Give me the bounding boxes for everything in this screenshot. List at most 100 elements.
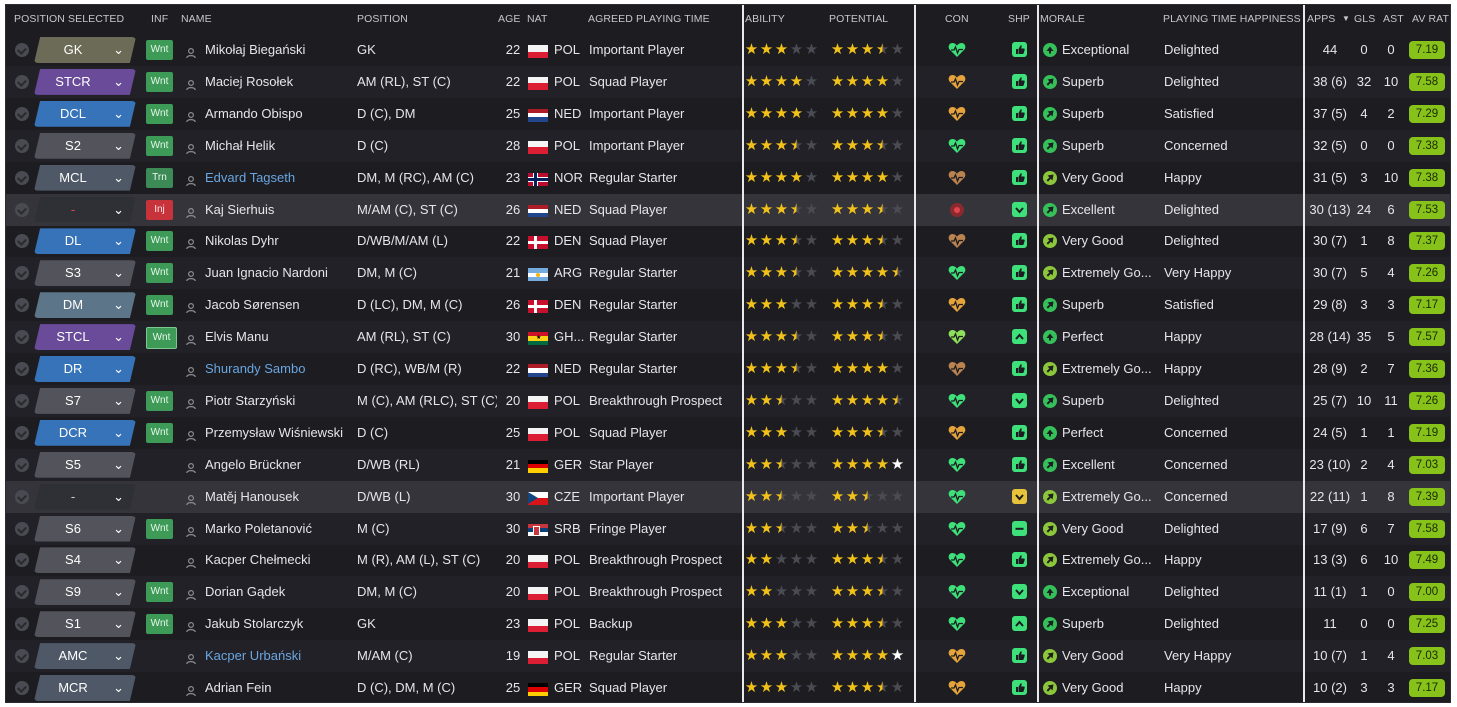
- player-name-link[interactable]: Adrian Fein: [205, 672, 355, 702]
- table-row[interactable]: MCL ⌄ Trn Edvard Tagseth DM, M (RC), AM (C) 2…: [6, 162, 1450, 194]
- header-shp[interactable]: SHP: [1008, 5, 1030, 33]
- player-name-link[interactable]: Armando Obispo: [205, 98, 355, 130]
- player-name-link[interactable]: Michał Helik: [205, 130, 355, 162]
- table-row[interactable]: - ⌄ Matěj Hanousek D/WB (L) 30 CZE Important P…: [6, 480, 1450, 513]
- header-ast[interactable]: AST: [1383, 5, 1404, 33]
- player-name-link[interactable]: Dorian Gądek: [205, 576, 355, 608]
- select-check-icon[interactable]: [15, 170, 29, 185]
- header-nat[interactable]: NAT: [527, 5, 548, 33]
- status-badge[interactable]: Wnt: [146, 231, 173, 252]
- select-check-icon[interactable]: [15, 106, 29, 121]
- player-name-link[interactable]: Juan Ignacio Nardoni: [205, 257, 355, 289]
- table-row[interactable]: MCR ⌄ Adrian Fein D (C), DM, M (C) 25 GER Squa…: [6, 672, 1450, 702]
- table-row[interactable]: S4 ⌄ Kacper Chełmecki M (R), AM (L), ST (C)…: [6, 544, 1450, 576]
- header-playing-time-happiness[interactable]: PLAYING TIME HAPPINESS: [1163, 5, 1301, 33]
- status-badge[interactable]: Wnt: [146, 135, 173, 156]
- player-name-link[interactable]: Przemysław Wiśniewski: [205, 417, 355, 449]
- position-selected-dropdown[interactable]: DL ⌄: [34, 228, 136, 255]
- position-selected-dropdown[interactable]: - ⌄: [34, 483, 136, 510]
- position-selected-dropdown[interactable]: MCR ⌄: [34, 675, 136, 701]
- table-row[interactable]: DM ⌄ Wnt Jacob Sørensen D (LC), DM, M (C) 26 D…: [6, 289, 1450, 321]
- position-selected-dropdown[interactable]: S4 ⌄: [34, 547, 136, 574]
- position-selected-dropdown[interactable]: S9 ⌄: [34, 579, 136, 606]
- status-badge[interactable]: Wnt: [146, 518, 173, 539]
- table-row[interactable]: S3 ⌄ Wnt Juan Ignacio Nardoni DM, M (C) 21 ARG…: [6, 257, 1450, 290]
- player-name-link[interactable]: Kacper Chełmecki: [205, 544, 355, 576]
- player-name-link[interactable]: Jacob Sørensen: [205, 289, 355, 321]
- status-badge[interactable]: Wnt: [146, 103, 173, 124]
- select-check-icon[interactable]: [15, 330, 29, 345]
- position-selected-dropdown[interactable]: AMC ⌄: [34, 643, 136, 670]
- player-name-link[interactable]: Nikolas Dyhr: [205, 225, 355, 257]
- select-check-icon[interactable]: [15, 138, 29, 153]
- status-badge[interactable]: Wnt: [146, 40, 173, 60]
- status-badge[interactable]: Wnt: [146, 390, 173, 411]
- position-selected-dropdown[interactable]: S3 ⌄: [34, 260, 136, 287]
- table-row[interactable]: S7 ⌄ Wnt Piotr Starzyński M (C), AM (RLC), S…: [6, 384, 1450, 417]
- header-age[interactable]: AGE: [498, 5, 520, 33]
- table-row[interactable]: S6 ⌄ Wnt Marko Poletanović M (C) 30 SRB Fringe …: [6, 512, 1450, 545]
- header-agreed-playing-time[interactable]: AGREED PLAYING TIME: [588, 5, 710, 33]
- position-selected-dropdown[interactable]: STCR ⌄: [34, 68, 136, 95]
- position-selected-dropdown[interactable]: DM ⌄: [34, 292, 136, 319]
- header-apps[interactable]: APPS: [1307, 5, 1335, 33]
- select-check-icon[interactable]: [15, 298, 29, 313]
- header-ability[interactable]: ABILITY: [745, 5, 785, 33]
- position-selected-dropdown[interactable]: S1 ⌄: [34, 611, 136, 638]
- header-gls[interactable]: GLS: [1354, 5, 1375, 33]
- table-row[interactable]: STCR ⌄ Wnt Maciej Rosołek AM (RL), ST (C) 22 P…: [6, 65, 1450, 98]
- select-check-icon[interactable]: [15, 266, 29, 281]
- header-av-rat[interactable]: AV RAT: [1412, 5, 1449, 33]
- header-position[interactable]: POSITION: [357, 5, 408, 33]
- select-check-icon[interactable]: [15, 425, 29, 440]
- player-name-link[interactable]: Maciej Rosołek: [205, 66, 355, 98]
- status-badge[interactable]: Wnt: [146, 263, 173, 284]
- position-selected-dropdown[interactable]: STCL ⌄: [34, 324, 136, 351]
- status-badge[interactable]: Wnt: [146, 422, 173, 443]
- select-check-icon[interactable]: [15, 553, 29, 568]
- position-selected-dropdown[interactable]: S6 ⌄: [34, 515, 136, 542]
- select-check-icon[interactable]: [15, 234, 29, 249]
- header-potential[interactable]: POTENTIAL: [829, 5, 888, 33]
- player-name-link[interactable]: Edvard Tagseth: [205, 162, 355, 194]
- table-row[interactable]: S1 ⌄ Wnt Jakub Stolarczyk GK 23 POL Backup ★ ★ ★ ★ ★…: [6, 608, 1450, 640]
- player-name-link[interactable]: Kaj Sierhuis: [205, 194, 355, 226]
- select-check-icon[interactable]: [15, 617, 29, 632]
- select-check-icon[interactable]: [15, 681, 29, 695]
- table-row[interactable]: S9 ⌄ Wnt Dorian Gądek DM, M (C) 20 POL Breakthr…: [6, 576, 1450, 609]
- position-selected-dropdown[interactable]: MCL ⌄: [34, 164, 136, 191]
- position-selected-dropdown[interactable]: DR ⌄: [34, 356, 136, 382]
- table-row[interactable]: - ⌄ Inj Kaj Sierhuis M/AM (C), ST (C) 26 NED Sq…: [6, 193, 1450, 226]
- status-badge[interactable]: Wnt: [146, 295, 173, 316]
- select-check-icon[interactable]: [15, 649, 29, 664]
- select-check-icon[interactable]: [15, 74, 29, 89]
- select-check-icon[interactable]: [15, 521, 29, 536]
- position-selected-dropdown[interactable]: DCR ⌄: [34, 419, 136, 446]
- select-check-icon[interactable]: [15, 585, 29, 600]
- select-check-icon[interactable]: [15, 489, 29, 504]
- header-position-selected[interactable]: POSITION SELECTED: [14, 5, 124, 33]
- select-check-icon[interactable]: [15, 393, 29, 408]
- player-name-link[interactable]: Matěj Hanousek: [205, 481, 355, 513]
- status-badge[interactable]: Inj: [146, 199, 173, 220]
- header-morale[interactable]: MORALE: [1040, 5, 1085, 33]
- table-row[interactable]: DL ⌄ Wnt Nikolas Dyhr D/WB/M/AM (L) 22 DEN Squa…: [6, 225, 1450, 257]
- select-check-icon[interactable]: [15, 43, 29, 57]
- position-selected-dropdown[interactable]: S5 ⌄: [34, 451, 136, 478]
- table-row[interactable]: S2 ⌄ Wnt Michał Helik D (C) 28 POL Important Pl…: [6, 129, 1450, 162]
- position-selected-dropdown[interactable]: S7 ⌄: [34, 387, 136, 414]
- player-name-link[interactable]: Elvis Manu: [205, 321, 355, 353]
- table-row[interactable]: S5 ⌄ Angelo Brückner D/WB (RL) 21 GER Star Pla…: [6, 448, 1450, 481]
- select-check-icon[interactable]: [15, 362, 29, 376]
- status-badge[interactable]: Wnt: [146, 582, 173, 603]
- player-name-link[interactable]: Jakub Stolarczyk: [205, 608, 355, 640]
- table-row[interactable]: AMC ⌄ Kacper Urbański M/AM (C) 19 POL Regular …: [6, 640, 1450, 673]
- header-inf[interactable]: INF: [151, 5, 168, 33]
- position-selected-dropdown[interactable]: DCL ⌄: [34, 100, 136, 127]
- status-badge[interactable]: Wnt: [146, 71, 173, 92]
- status-badge[interactable]: Wnt: [146, 614, 173, 635]
- player-name-link[interactable]: Kacper Urbański: [205, 640, 355, 672]
- status-badge[interactable]: Trn: [146, 167, 173, 188]
- table-row[interactable]: DR ⌄ Shurandy Sambo D (RC), WB/M (R) 22 NED Re…: [6, 353, 1450, 385]
- status-badge[interactable]: Wnt: [146, 327, 177, 350]
